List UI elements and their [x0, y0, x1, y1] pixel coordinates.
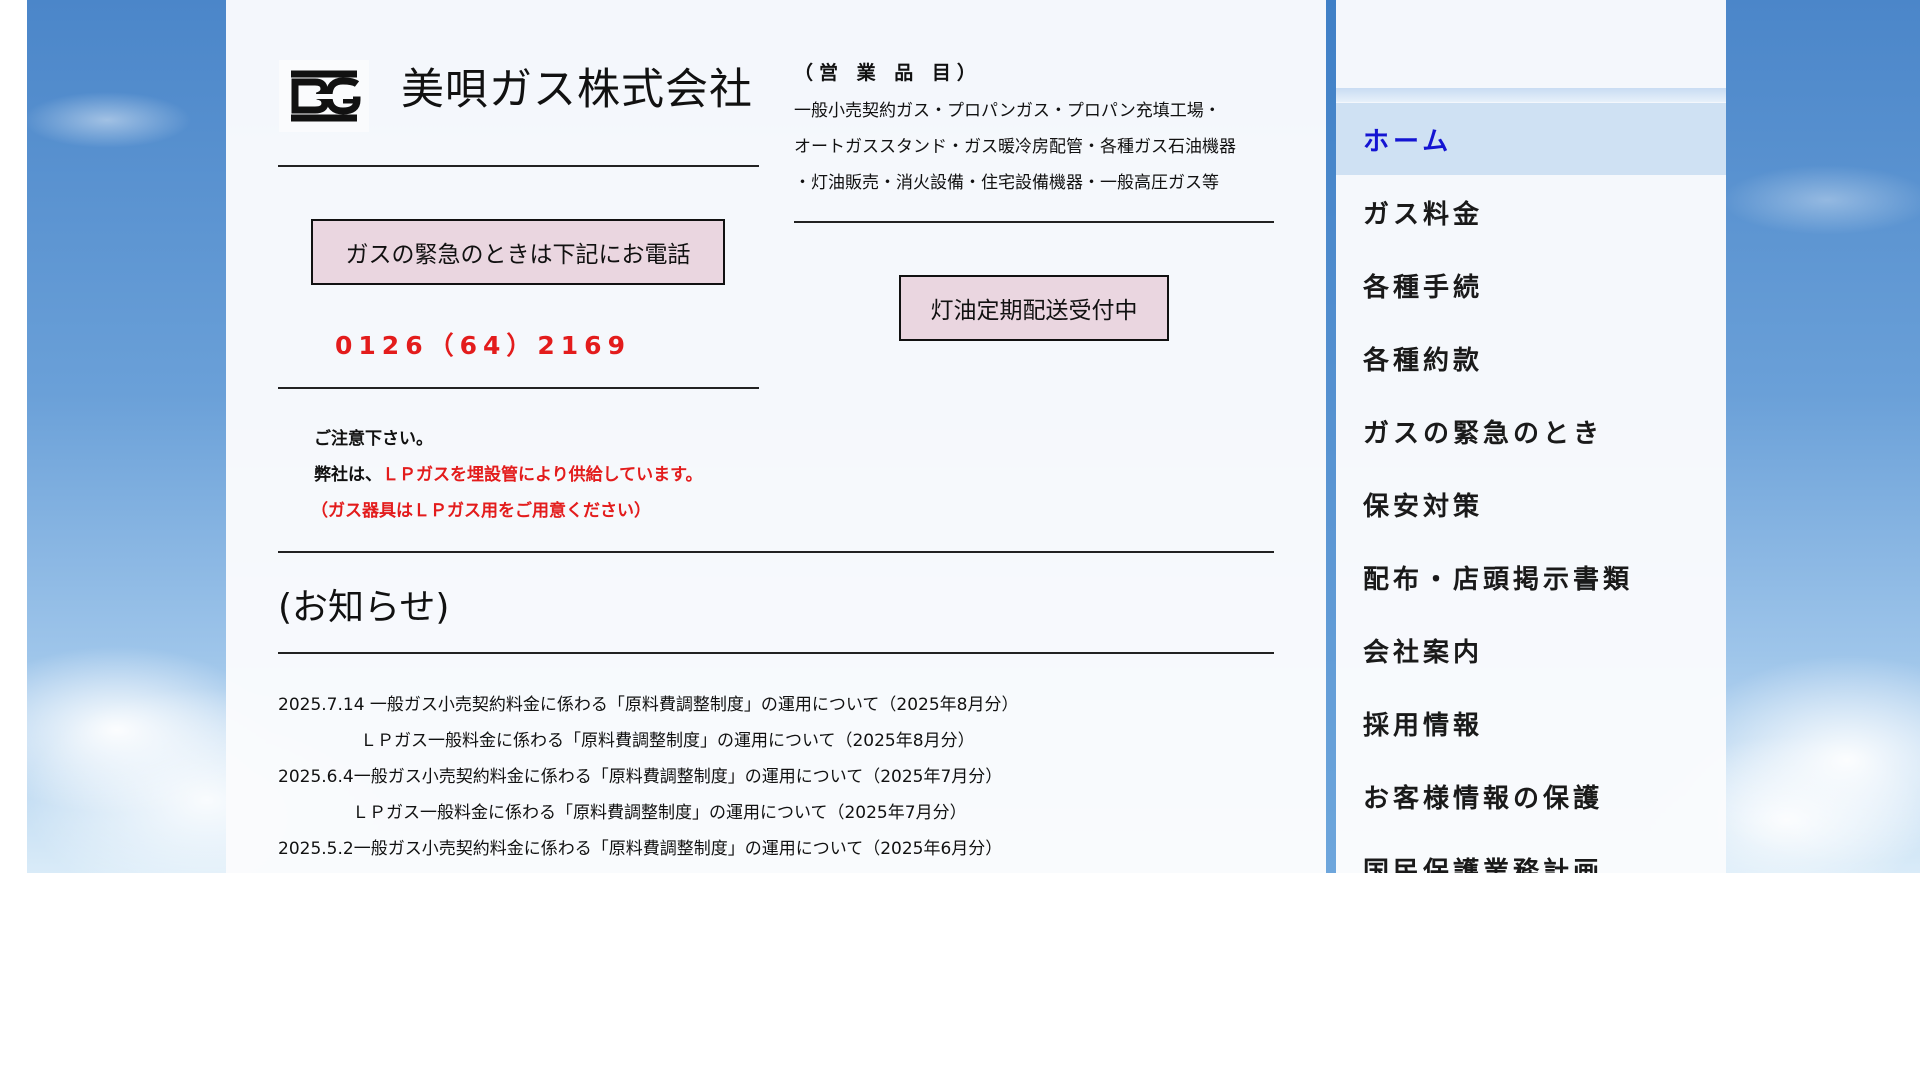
nav-edge	[1326, 0, 1336, 873]
sidebar-navigation: ホーム ガス料金 各種手続 各種約款 ガスの緊急のとき 保安対策 配布・店頭掲示…	[1336, 0, 1726, 873]
products-line: オートガススタンド・ガス暖冷房配管・各種ガス石油機器	[794, 137, 1236, 157]
bg-logo-icon	[279, 60, 369, 132]
news-item[interactable]: 2025.5.2一般ガス小売契約料金に係わる「原料費調整制度」の運用について（2…	[278, 834, 1002, 859]
news-heading: (お知らせ)	[278, 587, 450, 628]
news-item[interactable]: 2025.6.4一般ガス小売契約料金に係わる「原料費調整制度」の運用について（2…	[278, 762, 1002, 787]
notice-line-2-prefix: 弊社は、	[314, 465, 382, 485]
divider	[278, 551, 1274, 553]
nav-item-procedures[interactable]: 各種手続	[1336, 249, 1726, 321]
company-name: 美唄ガス株式会社	[401, 65, 753, 115]
divider	[794, 221, 1274, 223]
news-item[interactable]: ＬＰガス一般料金に係わる「原料費調整制度」の運用について（2025年8月分）	[360, 726, 975, 751]
nav-top-gap	[1336, 88, 1726, 102]
notice-line-1: ご注意下さい。	[314, 429, 433, 449]
news-item[interactable]: ＬＰガス一般料金に係わる「原料費調整制度」の運用について（2025年7月分）	[352, 798, 967, 823]
products-line: ・灯油販売・消火設備・住宅設備機器・一般高圧ガス等	[794, 173, 1219, 193]
emergency-call-button[interactable]: ガスの緊急のときは下記にお電話	[311, 219, 725, 285]
divider	[278, 165, 759, 167]
nav-item-company-info[interactable]: 会社案内	[1336, 614, 1726, 686]
divider	[278, 652, 1274, 654]
notice-line-3: （ガス器具はＬＰガス用をご用意ください）	[311, 501, 651, 521]
divider	[278, 387, 759, 389]
nav-item-documents[interactable]: 配布・店頭掲示書類	[1336, 541, 1726, 613]
notice-line-2-warning: ＬＰガスを埋設管により供給しています。	[382, 465, 703, 485]
nav-item-terms[interactable]: 各種約款	[1336, 322, 1726, 394]
nav-item-recruitment[interactable]: 採用情報	[1336, 687, 1726, 759]
news-item[interactable]: 2025.7.14 一般ガス小売契約料金に係わる「原料費調整制度」の運用について…	[278, 690, 1019, 715]
nav-item-home[interactable]: ホーム	[1336, 103, 1726, 175]
nav-item-safety[interactable]: 保安対策	[1336, 468, 1726, 540]
nav-item-emergency[interactable]: ガスの緊急のとき	[1336, 395, 1726, 467]
kerosene-delivery-button[interactable]: 灯油定期配送受付中	[899, 275, 1169, 341]
products-heading: （営 業 品 目）	[794, 62, 982, 84]
nav-item-privacy[interactable]: お客様情報の保護	[1336, 760, 1726, 832]
emergency-phone-number[interactable]: 0126（64）2169	[312, 326, 654, 362]
nav-item-civil-protection[interactable]: 国民保護業務計画	[1336, 833, 1726, 874]
notice-line-2: 弊社は、ＬＰガスを埋設管により供給しています。	[314, 460, 702, 485]
nav-item-gas-rates[interactable]: ガス料金	[1336, 176, 1726, 248]
products-line: 一般小売契約ガス・プロパンガス・プロパン充填工場・	[794, 101, 1221, 121]
main-content: 美唄ガス株式会社 ガスの緊急のときは下記にお電話 0126（64）2169 ご注…	[226, 0, 1326, 873]
